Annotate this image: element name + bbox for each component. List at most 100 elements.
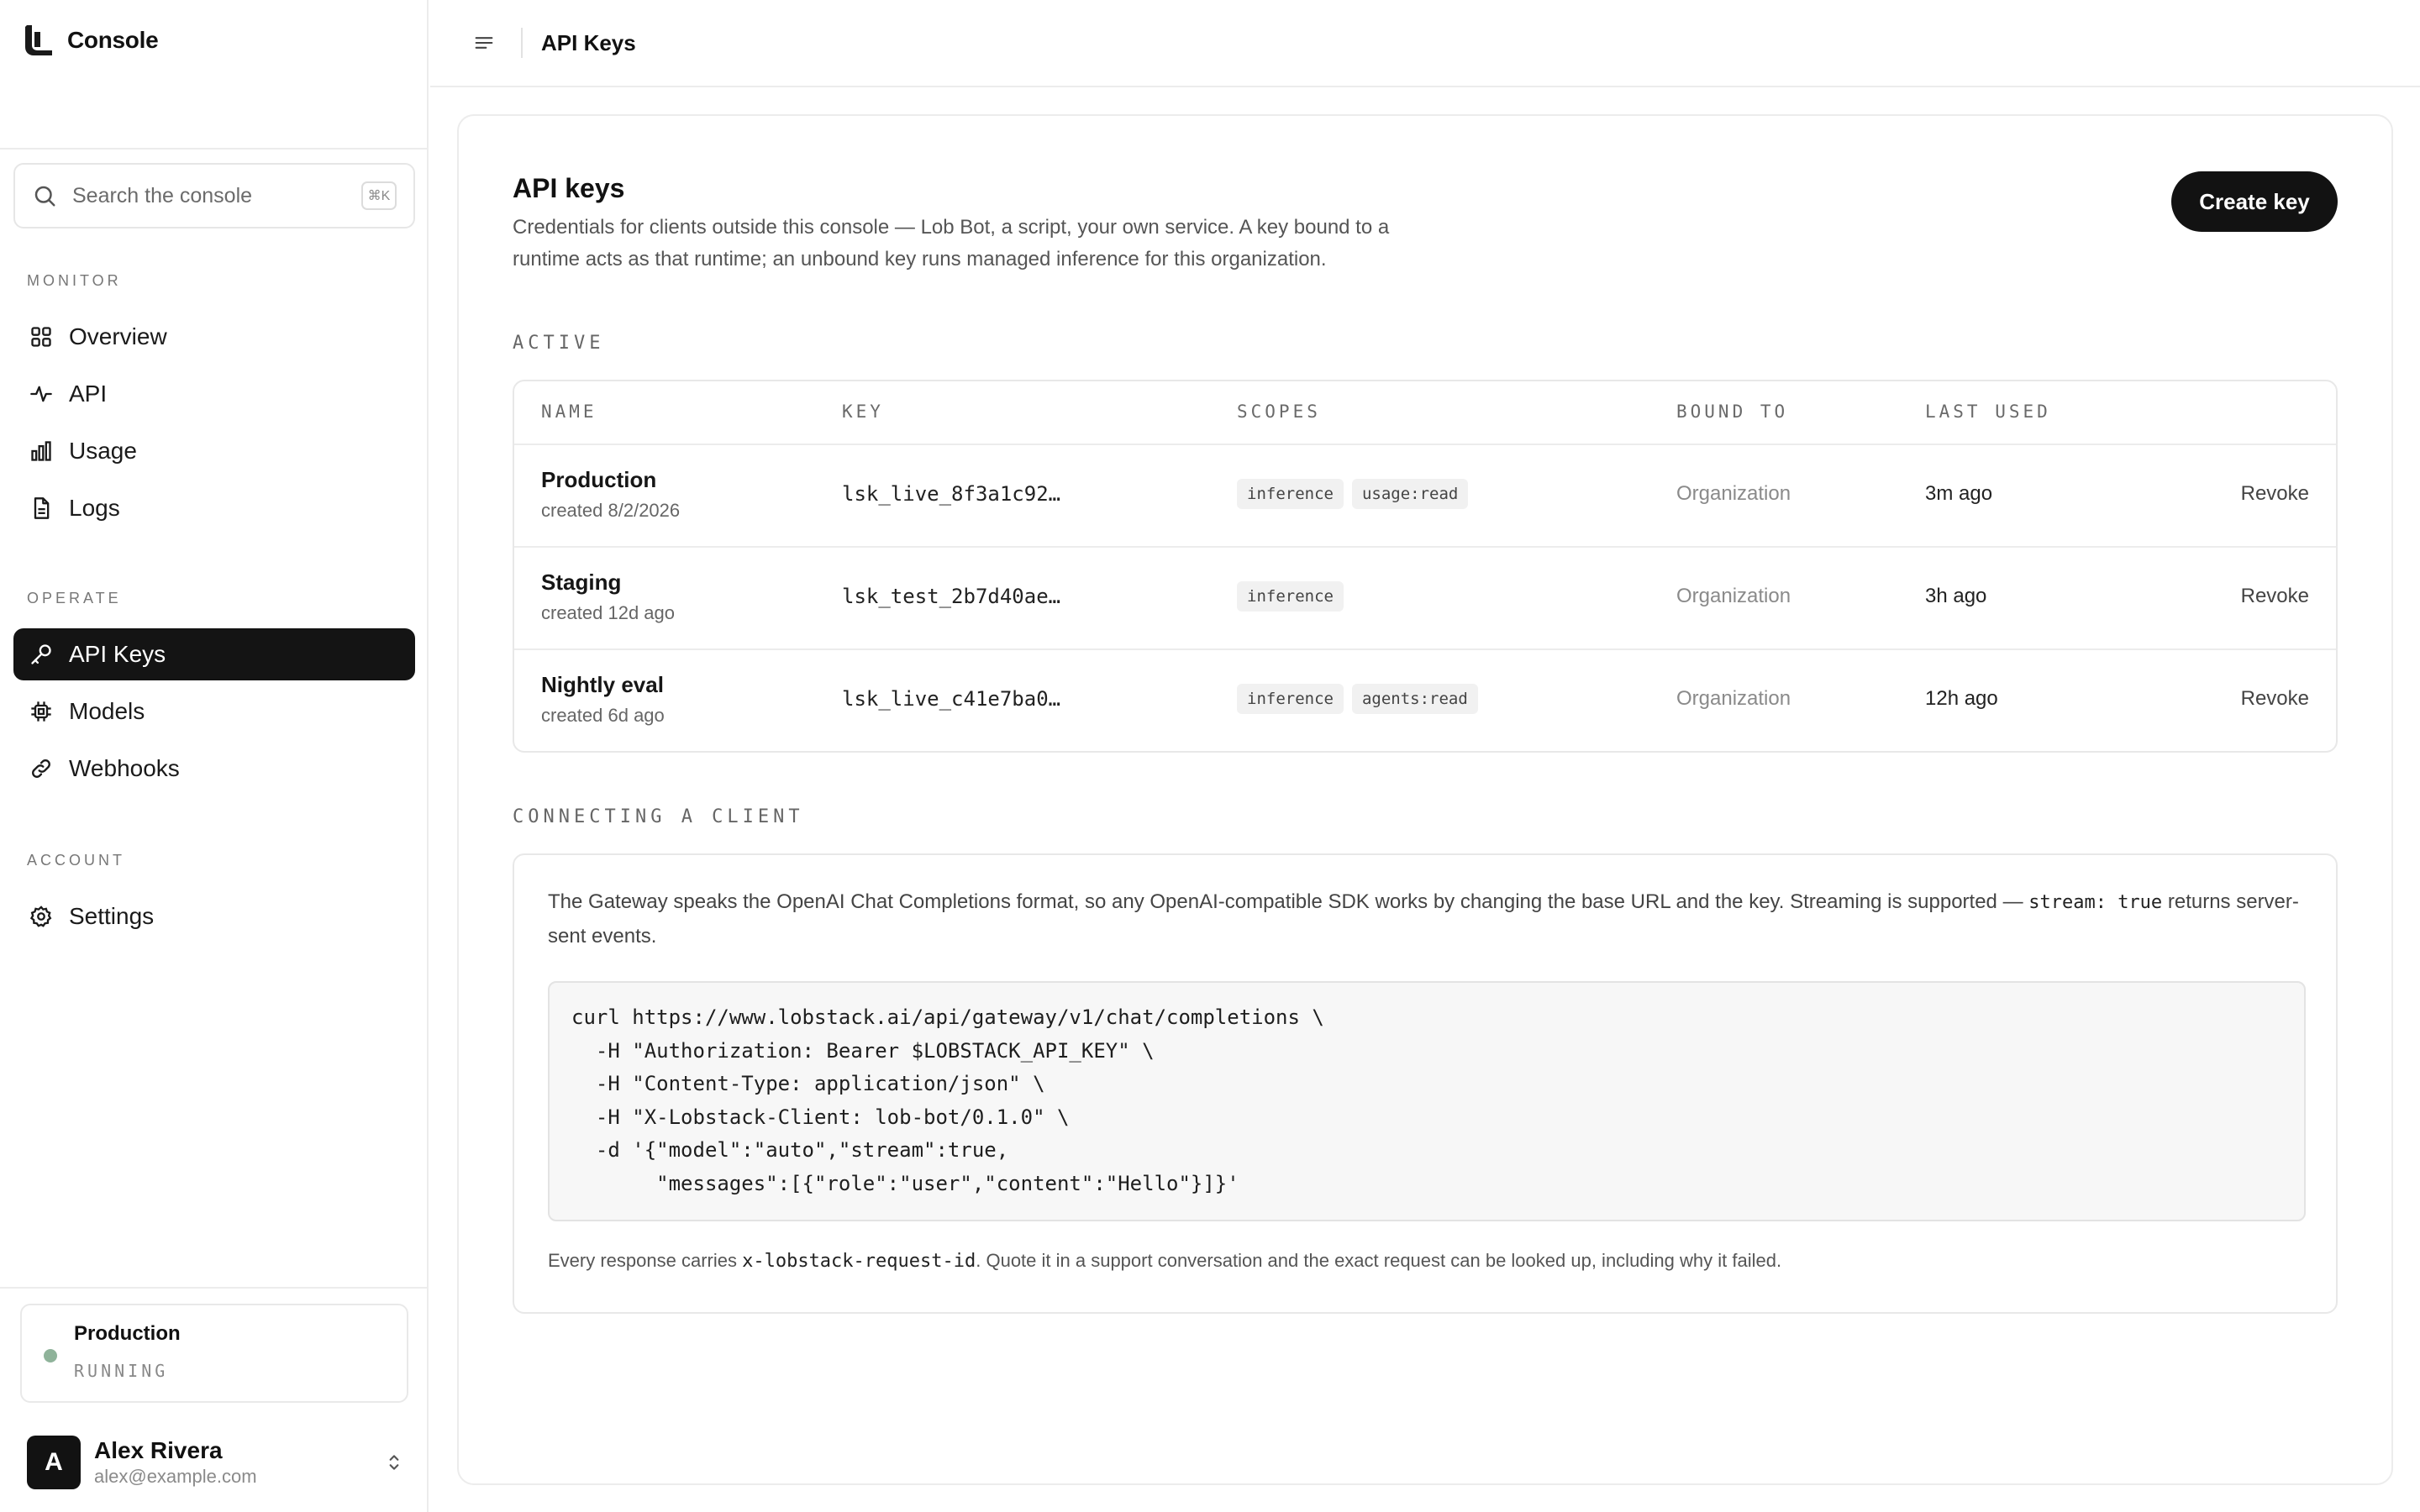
last-used: 12h ago bbox=[1925, 687, 1998, 710]
scope-chip: agents:read bbox=[1351, 684, 1478, 714]
section-label-monitor: MONITOR bbox=[27, 272, 122, 289]
bound-to: Organization bbox=[1676, 482, 1791, 505]
divider bbox=[521, 28, 523, 58]
page-breadcrumb: API Keys bbox=[541, 29, 636, 55]
scope-list: inference usage:read bbox=[1237, 479, 1476, 509]
sidebar-divider bbox=[0, 1287, 429, 1289]
sidebar-item-label: Logs bbox=[69, 495, 120, 521]
grid-icon bbox=[29, 324, 54, 349]
scope-chip: inference bbox=[1237, 684, 1344, 714]
table-header: NAME KEY SCOPES BOUND TO LAST USED bbox=[514, 381, 2336, 445]
sidebar-item-api[interactable]: API bbox=[13, 368, 415, 420]
table-row: Nightly eval created 6d ago lsk_live_c41… bbox=[514, 650, 2336, 751]
sidebar-item-api-keys[interactable]: API Keys bbox=[13, 628, 415, 680]
key-value: lsk_test_2b7d40ae… bbox=[842, 585, 1061, 608]
request-id-note: Every response carries x-lobstack-reques… bbox=[548, 1250, 1782, 1272]
search-icon bbox=[34, 186, 55, 207]
scope-list: inference agents:read bbox=[1237, 684, 1486, 714]
bound-to: Organization bbox=[1676, 687, 1791, 710]
section-label-account: ACCOUNT bbox=[27, 852, 125, 869]
search-shortcut: ⌘K bbox=[361, 181, 397, 210]
sidebar-item-overview[interactable]: Overview bbox=[13, 311, 415, 363]
table-row: Staging created 12d ago lsk_test_2b7d40a… bbox=[514, 548, 2336, 650]
brand[interactable]: Console bbox=[24, 24, 159, 57]
top-bar: API Keys bbox=[430, 0, 2420, 87]
gear-icon bbox=[29, 904, 54, 929]
scope-chip: usage:read bbox=[1351, 479, 1469, 509]
column-header-scopes: SCOPES bbox=[1237, 402, 1321, 422]
document-icon bbox=[29, 496, 54, 521]
revoke-button[interactable]: Revoke bbox=[2241, 585, 2309, 608]
sidebar-item-label: API Keys bbox=[69, 641, 166, 667]
sidebar-item-logs[interactable]: Logs bbox=[13, 482, 415, 534]
scope-chip: inference bbox=[1237, 479, 1344, 509]
user-name: Alex Rivera bbox=[94, 1437, 223, 1463]
sidebar: Console Search the console ⌘K MONITOR Ov… bbox=[0, 0, 429, 1512]
sidebar-item-label: Webhooks bbox=[69, 755, 180, 781]
column-header-last-used: LAST USED bbox=[1925, 402, 2051, 422]
runtime-status-card[interactable]: Production RUNNING bbox=[20, 1304, 408, 1403]
bound-to: Organization bbox=[1676, 585, 1791, 607]
create-key-button[interactable]: Create key bbox=[2171, 171, 2338, 232]
key-created: created 8/2/2026 bbox=[541, 500, 681, 521]
search-input[interactable]: Search the console ⌘K bbox=[13, 163, 415, 228]
user-menu[interactable]: A Alex Rivera alex@example.com bbox=[27, 1433, 405, 1492]
chevron-up-down-icon bbox=[389, 1455, 399, 1470]
revoke-button[interactable]: Revoke bbox=[2241, 687, 2309, 711]
section-label-operate: OPERATE bbox=[27, 590, 122, 606]
curl-example: curl https://www.lobstack.ai/api/gateway… bbox=[571, 1005, 1324, 1195]
active-section-label: ACTIVE bbox=[513, 333, 605, 354]
connecting-client-card: The Gateway speaks the OpenAI Chat Compl… bbox=[513, 853, 2338, 1314]
page-title: API keys bbox=[513, 173, 625, 203]
page-description: Credentials for clients outside this con… bbox=[513, 216, 1390, 270]
connecting-section-label: CONNECTING A CLIENT bbox=[513, 806, 804, 827]
column-header-key: KEY bbox=[842, 402, 884, 422]
runtime-name: Production bbox=[74, 1322, 181, 1345]
connect-description: The Gateway speaks the OpenAI Chat Compl… bbox=[548, 890, 2299, 948]
avatar: A bbox=[27, 1436, 81, 1489]
key-value: lsk_live_c41e7ba0… bbox=[842, 687, 1061, 711]
key-icon bbox=[29, 642, 54, 667]
sidebar-item-webhooks[interactable]: Webhooks bbox=[13, 743, 415, 795]
sidebar-item-settings[interactable]: Settings bbox=[13, 890, 415, 942]
activity-icon bbox=[29, 381, 54, 407]
api-keys-table: NAME KEY SCOPES BOUND TO LAST USED Produ… bbox=[513, 380, 2338, 753]
key-created: created 6d ago bbox=[541, 705, 665, 726]
revoke-button[interactable]: Revoke bbox=[2241, 482, 2309, 506]
key-created: created 12d ago bbox=[541, 602, 676, 623]
menu-icon bbox=[475, 37, 493, 49]
code-block[interactable]: curl https://www.lobstack.ai/api/gateway… bbox=[548, 981, 2306, 1221]
chip-icon bbox=[29, 699, 54, 724]
key-name: Production bbox=[541, 467, 657, 492]
logo-icon bbox=[25, 25, 52, 55]
last-used: 3h ago bbox=[1925, 585, 1987, 607]
bar-chart-icon bbox=[29, 438, 54, 464]
link-icon bbox=[29, 756, 54, 781]
inline-code: stream: true bbox=[2028, 892, 2163, 913]
sidebar-divider bbox=[0, 148, 429, 150]
inline-code: x-lobstack-request-id bbox=[742, 1251, 976, 1272]
sidebar-item-label: API bbox=[69, 381, 108, 407]
runtime-status: RUNNING bbox=[74, 1361, 169, 1381]
user-email: alex@example.com bbox=[94, 1466, 257, 1487]
column-header-bound-to: BOUND TO bbox=[1676, 402, 1789, 422]
key-name: Staging bbox=[541, 570, 622, 595]
sidebar-item-label: Usage bbox=[69, 438, 137, 464]
last-used: 3m ago bbox=[1925, 482, 1993, 505]
key-value: lsk_live_8f3a1c92… bbox=[842, 482, 1061, 506]
sidebar-item-label: Settings bbox=[69, 903, 155, 929]
sidebar-item-usage[interactable]: Usage bbox=[13, 425, 415, 477]
search-placeholder: Search the console bbox=[72, 183, 253, 207]
table-row: Production created 8/2/2026 lsk_live_8f3… bbox=[514, 445, 2336, 548]
scope-list: inference bbox=[1237, 581, 1352, 612]
column-header-name: NAME bbox=[541, 402, 597, 422]
scope-chip: inference bbox=[1237, 581, 1344, 612]
app-name: Console bbox=[67, 27, 159, 53]
key-name: Nightly eval bbox=[541, 672, 664, 697]
sidebar-item-models[interactable]: Models bbox=[13, 685, 415, 738]
sidebar-item-label: Models bbox=[69, 698, 145, 724]
menu-toggle-button[interactable] bbox=[460, 19, 508, 66]
sidebar-item-label: Overview bbox=[69, 323, 167, 349]
status-dot bbox=[44, 1349, 57, 1362]
main-panel: API keys Credentials for clients outside… bbox=[457, 114, 2393, 1485]
